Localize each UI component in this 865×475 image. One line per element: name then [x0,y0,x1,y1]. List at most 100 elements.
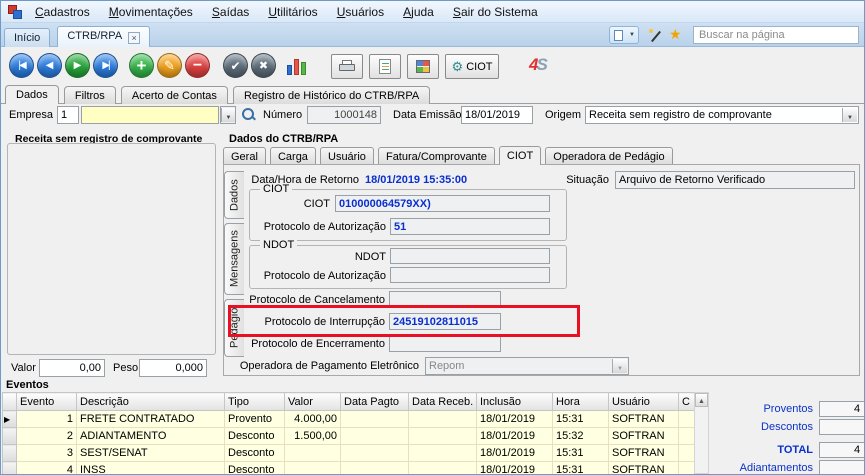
cell-descricao[interactable]: SEST/SENAT [77,445,225,462]
cell-data-receb[interactable] [409,411,477,428]
menu-item-cadastros[interactable]: Cadastros [27,1,98,22]
cell-tipo[interactable]: Provento [225,411,285,428]
empresa-code-input[interactable]: 1 [57,106,79,124]
cell-valor[interactable] [285,462,341,475]
cell-data-pagto[interactable] [341,411,409,428]
origem-select[interactable]: Receita sem registro de comprovante [585,106,859,124]
close-icon[interactable] [128,32,140,44]
cell-valor[interactable] [285,445,341,462]
ndot-protocolo-autorizacao-field[interactable] [390,267,550,283]
cell-usuario[interactable]: SOFTRAN [609,411,679,428]
print-button[interactable] [331,54,363,79]
tab-operadora-pedagio[interactable]: Operadora de Pedágio [545,147,672,165]
cell-data-pagto[interactable] [341,428,409,445]
cell-hora[interactable]: 15:31 [553,462,609,475]
cell-c[interactable] [679,445,695,462]
column-header-usuario[interactable]: Usuário [609,393,679,411]
protocolo-interrupcao-field[interactable]: 24519102811015 [389,313,501,330]
tab-acerto-de-contas[interactable]: Acerto de Contas [121,86,228,104]
data-emissao-input[interactable]: 18/01/2019 [461,106,533,124]
empresa-combo-arrow[interactable] [220,106,236,124]
cell-usuario[interactable]: SOFTRAN [609,445,679,462]
cell-inclusao[interactable]: 18/01/2019 [477,462,553,475]
cell-descricao[interactable]: FRETE CONTRATADO [77,411,225,428]
tab-ctrb-rpa[interactable]: CTRB/RPA [57,26,150,48]
prior-record-button[interactable] [37,53,62,78]
tab-fatura-comprovante[interactable]: Fatura/Comprovante [378,147,495,165]
cell-c[interactable] [679,428,695,445]
menu-item-sair[interactable]: Sair do Sistema [445,1,546,22]
protocolo-autorizacao-field[interactable]: 51 [390,218,550,235]
cell-evento[interactable]: 1 [17,411,77,428]
cell-inclusao[interactable]: 18/01/2019 [477,428,553,445]
cell-data-pagto[interactable] [341,445,409,462]
cell-usuario[interactable]: SOFTRAN [609,462,679,475]
tab-ciot[interactable]: CIOT [499,146,541,165]
tab-inicio[interactable]: Início [4,28,50,48]
table-row[interactable]: 4 INSS Desconto 18/01/2019 15:31 SOFTRAN [3,462,695,475]
ndot-field[interactable] [390,248,550,264]
cell-data-receb[interactable] [409,462,477,475]
cell-tipo[interactable]: Desconto [225,462,285,475]
column-header-hora[interactable]: Hora [553,393,609,411]
cell-descricao[interactable]: ADIANTAMENTO [77,428,225,445]
last-record-button[interactable] [93,53,118,78]
column-header-evento[interactable]: Evento [17,393,77,411]
cell-c[interactable] [679,462,695,475]
tab-usuario[interactable]: Usuário [320,147,374,165]
column-header-data-receb[interactable]: Data Receb. [409,393,477,411]
table-row[interactable]: 3 SEST/SENAT Desconto 18/01/2019 15:31 S… [3,445,695,462]
tab-dados[interactable]: Dados [5,85,59,104]
cell-c[interactable] [679,411,695,428]
numero-input[interactable]: 1000148 [307,106,381,124]
protocolo-encerramento-field[interactable] [389,335,501,352]
side-tab-mensagens[interactable]: Mensagens [224,223,244,295]
cell-evento[interactable]: 3 [17,445,77,462]
cell-descricao[interactable]: INSS [77,462,225,475]
table-row[interactable]: 1 FRETE CONTRATADO Provento 4.000,00 18/… [3,411,695,428]
protocolo-cancelamento-field[interactable] [389,291,501,308]
insert-button[interactable] [129,53,154,78]
column-header-c[interactable]: C [679,393,695,411]
table-row[interactable]: 2 ADIANTAMENTO Desconto 1.500,00 18/01/2… [3,428,695,445]
cell-evento[interactable]: 4 [17,462,77,475]
tab-registro-historico[interactable]: Registro de Histórico do CTRB/RPA [233,86,430,104]
ciot-button[interactable]: CIOT [445,54,499,79]
customize-pen-icon[interactable] [649,29,663,44]
favorite-star-icon[interactable] [669,26,682,43]
cell-usuario[interactable]: SOFTRAN [609,428,679,445]
column-header-inclusao[interactable]: Inclusão [477,393,553,411]
cell-data-receb[interactable] [409,428,477,445]
page-search-input[interactable] [693,26,859,44]
menu-item-ajuda[interactable]: Ajuda [395,1,442,22]
cell-evento[interactable]: 2 [17,428,77,445]
empresa-name-combo[interactable] [81,106,219,124]
menu-item-saidas[interactable]: Saídas [204,1,257,22]
tab-geral[interactable]: Geral [223,147,266,165]
menu-item-movimentacoes[interactable]: Movimentações [101,1,201,22]
dropdown-arrow-icon[interactable] [842,108,857,122]
cell-inclusao[interactable]: 18/01/2019 [477,411,553,428]
quick-access-button[interactable] [609,26,639,44]
ciot-value-field[interactable]: 010000064579XX) [335,195,550,212]
tab-carga[interactable]: Carga [270,147,316,165]
column-header-descricao[interactable]: Descrição [77,393,225,411]
column-header-tipo[interactable]: Tipo [225,393,285,411]
cell-hora[interactable]: 15:31 [553,445,609,462]
report-button[interactable] [369,54,401,79]
cell-tipo[interactable]: Desconto [225,445,285,462]
first-record-button[interactable] [9,53,34,78]
operadora-pagamento-select[interactable]: Repom [425,357,629,375]
menu-item-utilitarios[interactable]: Utilitários [260,1,325,22]
cell-tipo[interactable]: Desconto [225,428,285,445]
column-header-valor[interactable]: Valor [285,393,341,411]
delete-button[interactable] [185,53,210,78]
tab-filtros[interactable]: Filtros [64,86,116,104]
valor-input[interactable]: 0,00 [39,359,105,377]
cell-valor[interactable]: 1.500,00 [285,428,341,445]
cell-valor[interactable]: 4.000,00 [285,411,341,428]
cell-hora[interactable]: 15:31 [553,411,609,428]
situacao-field[interactable]: Arquivo de Retorno Verificado [615,171,855,189]
menu-item-usuarios[interactable]: Usuários [329,1,392,22]
chart-button[interactable] [285,55,309,77]
